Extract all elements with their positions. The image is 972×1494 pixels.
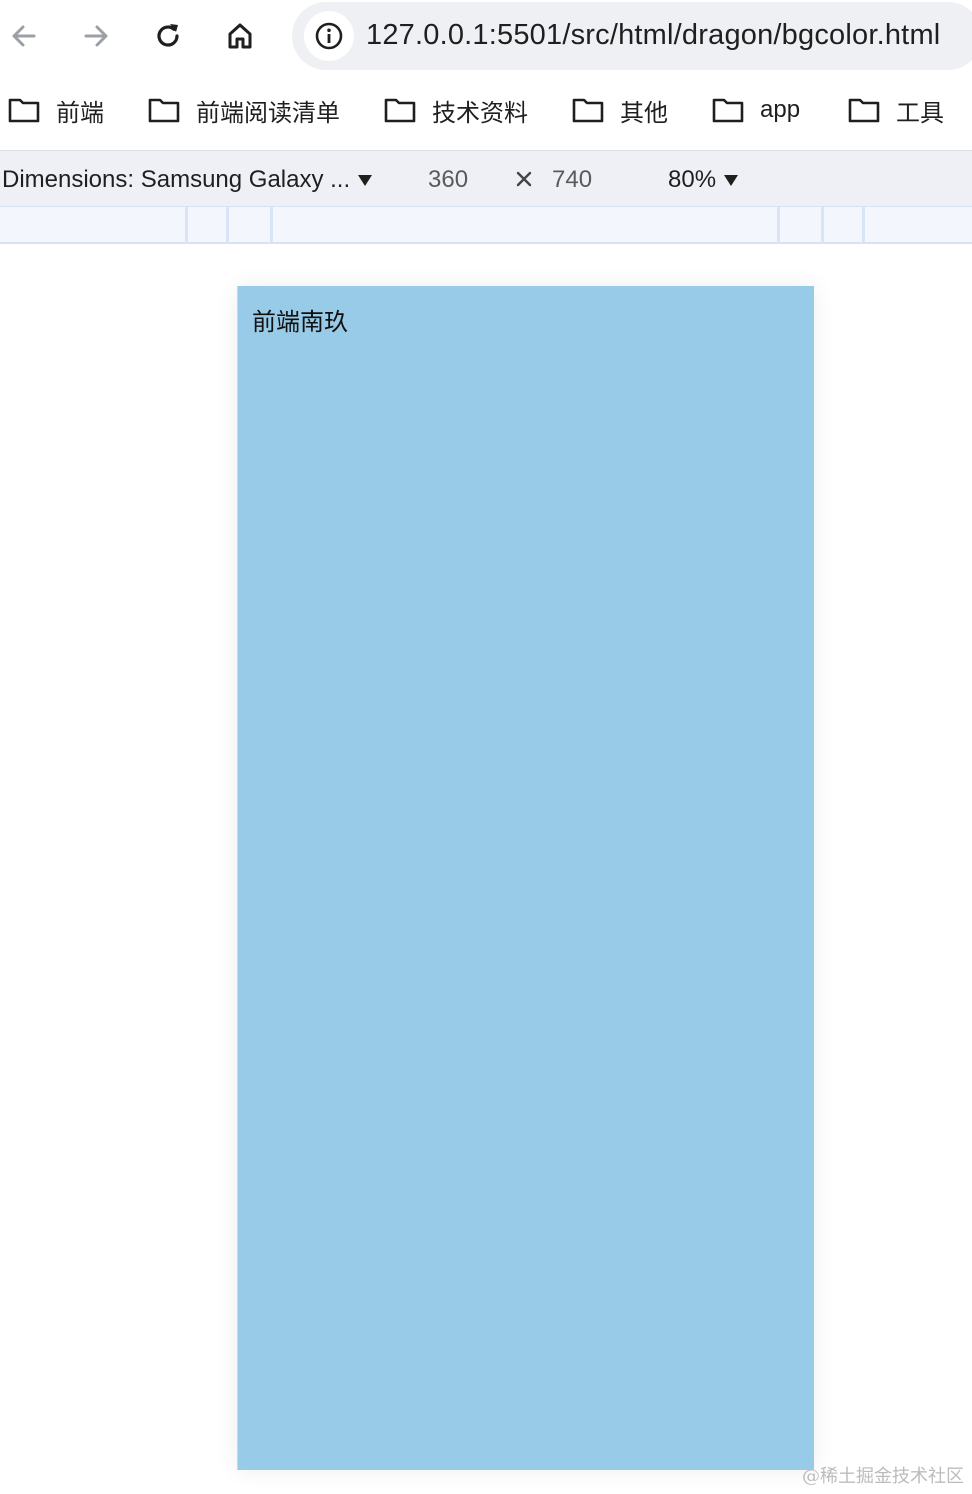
device-toolbar: Dimensions: Samsung Galaxy ... 80%: [0, 150, 972, 206]
folder-icon: [148, 98, 180, 123]
folder-icon: [712, 98, 744, 123]
folder-icon: [8, 98, 40, 123]
folder-icon: [384, 98, 416, 123]
times-icon: [516, 171, 532, 187]
zoom-select[interactable]: 80%: [668, 165, 739, 195]
caret-down-icon: [724, 174, 739, 186]
reload-icon: [157, 24, 179, 47]
reload-button[interactable]: [146, 14, 190, 58]
bookmark-label: app: [760, 96, 801, 123]
arrow-left-icon: [12, 25, 36, 47]
page-text: 前端南玖: [252, 308, 348, 336]
bookmark-label: 前端阅读清单: [196, 99, 340, 127]
media-query-divider: [821, 207, 825, 243]
device-dimensions-select[interactable]: Dimensions: Samsung Galaxy ...: [2, 165, 373, 195]
bookmark-folder-app[interactable]: app: [712, 90, 800, 130]
bookmarks-bar: 前端 前端阅读清单 技术资料 其他 app 工具: [0, 80, 972, 140]
bookmark-label: 前端: [56, 99, 104, 127]
bookmark-label: 技术资料: [432, 99, 528, 127]
device-dimensions-label: Dimensions: Samsung Galaxy ...: [2, 166, 351, 193]
media-query-bar: [0, 206, 972, 244]
media-query-divider: [226, 207, 230, 243]
home-icon: [228, 23, 252, 49]
folder-icon: [572, 98, 604, 123]
caret-down-icon: [358, 174, 373, 186]
bookmark-folder-reading-list[interactable]: 前端阅读清单: [148, 90, 340, 130]
bookmark-folder-tech-docs[interactable]: 技术资料: [384, 90, 528, 130]
back-button[interactable]: [2, 14, 46, 58]
bookmark-folder-other[interactable]: 其他: [572, 90, 668, 130]
folder-icon: [848, 98, 880, 123]
home-button[interactable]: [218, 14, 262, 58]
info-icon: [315, 22, 343, 50]
arrow-right-icon: [84, 25, 108, 47]
forward-button[interactable]: [74, 14, 118, 58]
bookmark-label: 工具: [896, 99, 944, 127]
bookmark-folder-frontend[interactable]: 前端: [8, 90, 104, 130]
bookmark-folder-tools[interactable]: 工具: [848, 90, 944, 130]
watermark: @稀土掘金技术社区: [802, 1466, 964, 1487]
address-bar[interactable]: 127.0.0.1:5501/src/html/dragon/bgcolor.h…: [292, 2, 972, 70]
bookmark-label: 其他: [620, 99, 668, 127]
width-input[interactable]: [428, 163, 508, 197]
height-input[interactable]: [552, 163, 632, 197]
browser-toolbar: 127.0.0.1:5501/src/html/dragon/bgcolor.h…: [0, 0, 972, 72]
zoom-label: 80%: [668, 166, 717, 193]
device-viewport[interactable]: 前端南玖: [237, 286, 814, 1470]
url-text[interactable]: 127.0.0.1:5501/src/html/dragon/bgcolor.h…: [366, 19, 940, 52]
site-info-button[interactable]: [304, 11, 354, 61]
